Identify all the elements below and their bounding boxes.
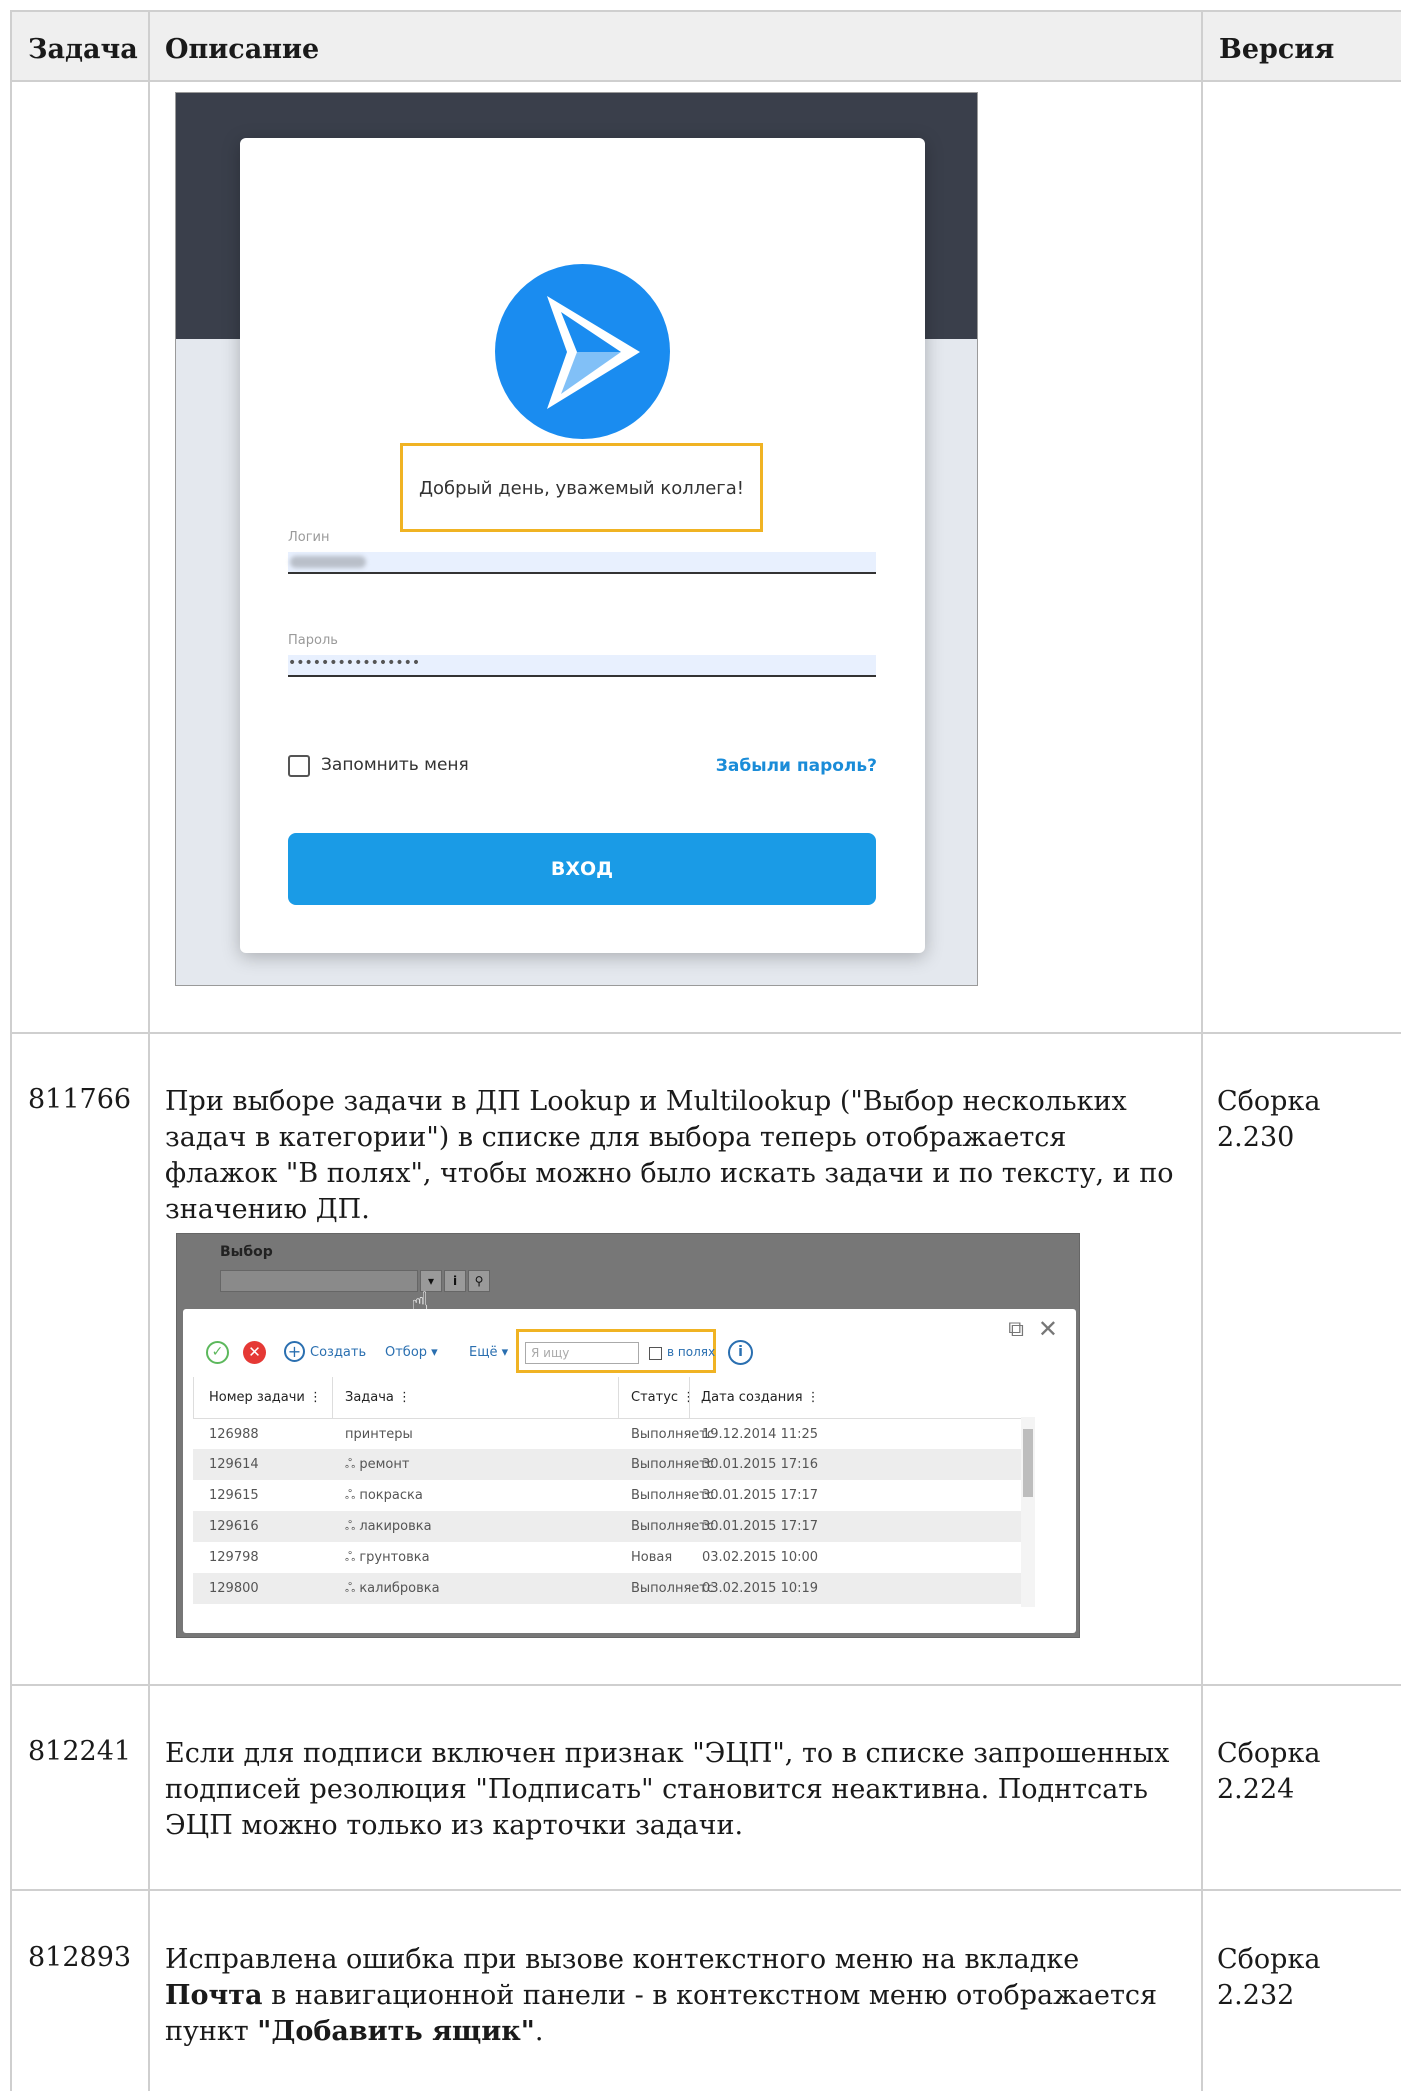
desc-text: Исправлена ошибка при вызове контекстног…: [165, 1944, 1080, 1975]
cell-date: 03.02.2015 10:19: [702, 1581, 819, 1596]
scrollbar-thumb[interactable]: [1023, 1429, 1033, 1497]
cell-task: ஃ калибровка: [345, 1581, 440, 1596]
cell-date: 03.02.2015 10:00: [702, 1550, 819, 1565]
login-label: Логин: [288, 530, 330, 545]
filter-button[interactable]: Отбор ▾: [385, 1345, 438, 1360]
column-divider: [618, 1377, 619, 1418]
row-description: Исправлена ошибка при вызове контекстног…: [165, 1942, 1185, 2050]
cell-number: 129614: [209, 1457, 259, 1472]
cell-number: 126988: [209, 1427, 259, 1442]
column-header[interactable]: Дата создания ⋮: [701, 1377, 820, 1418]
lookup-field-label: Выбор: [220, 1244, 273, 1260]
lookup-dialog: ✓ ✕ + Создать Отбор ▾ Ещё ▾ Я ищу в поля…: [183, 1309, 1076, 1633]
row-divider: [12, 1684, 1401, 1686]
release-notes-table: Задача Описание Версия Добрый день, уваж…: [10, 10, 1401, 2091]
row-version: Сборка 2.230: [1217, 1086, 1321, 1153]
lookup-field[interactable]: [220, 1270, 418, 1292]
password-field[interactable]: ••••••••••••••••: [288, 655, 876, 677]
table-row[interactable]: 129616 ஃ лакировка Выполняетс 30.01.2015…: [193, 1511, 1023, 1542]
header-version: Версия: [1219, 34, 1335, 65]
cell-date: 30.01.2015 17:16: [702, 1457, 819, 1472]
row-task-id: 811766: [28, 1084, 132, 1115]
cell-number: 129798: [209, 1550, 259, 1565]
row-version: Сборка 2.232: [1217, 1944, 1321, 2011]
row-description: Если для подписи включен признак "ЭЦП", …: [165, 1738, 1170, 1841]
cell-date: 19.12.2014 11:25: [702, 1427, 819, 1442]
table-row[interactable]: 126988 принтеры Выполняетс 19.12.2014 11…: [193, 1418, 1023, 1449]
column-divider: [332, 1377, 333, 1418]
cell-date: 30.01.2015 17:17: [702, 1519, 819, 1534]
login-button[interactable]: ВХОД: [288, 833, 876, 905]
cell-task: ஃ лакировка: [345, 1519, 432, 1534]
cell-number: 129616: [209, 1519, 259, 1534]
cell-number: 129800: [209, 1581, 259, 1596]
password-value: ••••••••••••••••: [288, 655, 421, 671]
search-icon[interactable]: ⚲: [468, 1270, 490, 1292]
cell-date: 30.01.2015 17:17: [702, 1488, 819, 1503]
info-icon[interactable]: i: [444, 1270, 466, 1292]
login-field[interactable]: [288, 552, 876, 574]
more-button[interactable]: Ещё ▾: [469, 1345, 508, 1360]
info-circle-icon[interactable]: i: [728, 1340, 753, 1365]
cell-task: ஃ грунтовка: [345, 1550, 430, 1565]
plus-icon[interactable]: +: [284, 1341, 305, 1362]
cell-task: принтеры: [345, 1427, 413, 1442]
column-divider: [689, 1377, 690, 1418]
forgot-password-link[interactable]: Забыли пароль?: [716, 756, 877, 776]
column-divider: [148, 12, 150, 2091]
login-card: Добрый день, уважемый коллега! Логин Пар…: [240, 138, 925, 953]
cell-status: Новая: [631, 1550, 673, 1565]
in-fields-label: в полях: [667, 1345, 716, 1359]
cell-number: 129615: [209, 1488, 259, 1503]
search-input[interactable]: Я ищу: [525, 1342, 639, 1364]
create-button[interactable]: Создать: [310, 1345, 366, 1360]
row-task-id: 812241: [28, 1736, 132, 1767]
greeting-highlight: Добрый день, уважемый коллега!: [400, 443, 763, 532]
row-description: При выборе задачи в ДП Lookup и Multiloo…: [165, 1086, 1174, 1225]
cell-task: ஃ покраска: [345, 1488, 423, 1503]
row-version: Сборка 2.224: [1217, 1738, 1321, 1805]
desc-text: .: [534, 2016, 544, 2047]
desc-bold-mail: Почта: [165, 1980, 263, 2011]
table-row[interactable]: 129798 ஃ грунтовка Новая 03.02.2015 10:0…: [193, 1542, 1023, 1573]
column-header[interactable]: Задача ⋮: [345, 1377, 411, 1418]
greeting-text: Добрый день, уважемый коллега!: [418, 478, 745, 499]
check-icon[interactable]: ✓: [206, 1341, 229, 1364]
desc-bold-add-box: "Добавить ящик": [257, 2016, 535, 2047]
column-divider: [1201, 12, 1203, 2091]
remember-label: Запомнить меня: [321, 755, 469, 775]
close-icon[interactable]: ✕: [1038, 1315, 1058, 1343]
external-link-icon[interactable]: ⧉: [1008, 1317, 1024, 1342]
header-task: Задача: [28, 34, 138, 65]
cell-task: ஃ ремонт: [345, 1457, 410, 1472]
lookup-screenshot: Выбор ▾ i ⚲ ☝ ✓ ✕ + Создать Отбор ▾ Ещё …: [176, 1233, 1080, 1638]
password-label: Пароль: [288, 633, 338, 648]
grid-scrollbar[interactable]: [1021, 1417, 1035, 1607]
column-header[interactable]: Статус ⋮: [631, 1377, 695, 1418]
table-row[interactable]: 129615 ஃ покраска Выполняетс 30.01.2015 …: [193, 1480, 1023, 1511]
row-task-id: 812893: [28, 1942, 132, 1973]
table-row[interactable]: 129800 ஃ калибровка Выполняетс 03.02.201…: [193, 1573, 1023, 1604]
in-fields-checkbox[interactable]: [649, 1347, 662, 1360]
cancel-icon[interactable]: ✕: [243, 1341, 266, 1364]
remember-checkbox[interactable]: [288, 755, 310, 777]
row-divider: [12, 1889, 1401, 1891]
header-description: Описание: [165, 34, 320, 65]
column-header[interactable]: Номер задачи ⋮: [209, 1377, 322, 1418]
row-divider: [12, 1032, 1401, 1034]
login-screenshot: Добрый день, уважемый коллега! Логин Пар…: [175, 92, 978, 986]
play-arrow-icon: [495, 264, 670, 439]
table-row[interactable]: 129614 ஃ ремонт Выполняетс 30.01.2015 17…: [193, 1449, 1023, 1480]
column-divider: [193, 1377, 194, 1418]
login-value-blurred: [290, 556, 366, 568]
